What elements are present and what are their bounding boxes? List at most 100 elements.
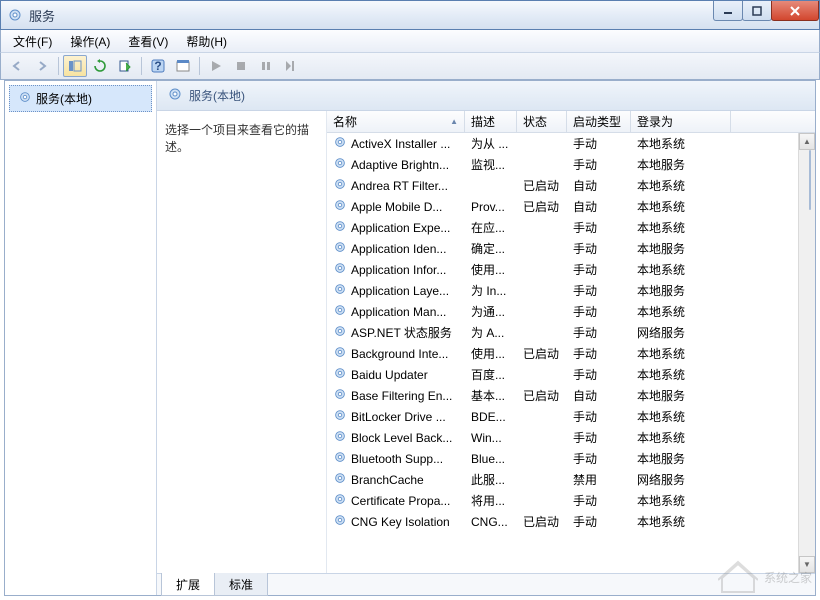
service-name-cell: Application Expe...	[327, 216, 465, 239]
service-startup-cell: 自动	[567, 174, 631, 197]
service-startup-cell: 手动	[567, 133, 631, 155]
list-rows[interactable]: ActiveX Installer ...为从 ...手动本地系统Adaptiv…	[327, 133, 798, 573]
column-header-description[interactable]: 描述	[465, 111, 517, 132]
app-gear-icon	[7, 7, 23, 23]
service-status-cell	[517, 246, 567, 252]
service-row[interactable]: Application Infor...使用...手动本地系统	[327, 259, 798, 280]
sort-asc-icon: ▲	[450, 117, 458, 126]
service-logon-cell: 本地系统	[631, 363, 731, 386]
service-logon-cell: 本地系统	[631, 174, 731, 197]
svg-text:?: ?	[154, 59, 161, 73]
menu-view[interactable]: 查看(V)	[120, 31, 176, 52]
service-row[interactable]: BranchCache此服...禁用网络服务	[327, 469, 798, 490]
properties-button[interactable]	[171, 55, 195, 77]
console-tree[interactable]: 服务(本地)	[5, 81, 157, 595]
export-list-button[interactable]	[113, 55, 137, 77]
service-logon-cell: 网络服务	[631, 321, 731, 344]
service-logon-cell: 本地服务	[631, 153, 731, 176]
service-row[interactable]: ActiveX Installer ...为从 ...手动本地系统	[327, 133, 798, 154]
service-row[interactable]: BitLocker Drive ...BDE...手动本地系统	[327, 406, 798, 427]
service-name: BranchCache	[351, 473, 424, 487]
service-name: BitLocker Drive ...	[351, 410, 446, 424]
service-startup-cell: 手动	[567, 300, 631, 323]
stop-service-button[interactable]	[229, 55, 253, 77]
service-row[interactable]: ASP.NET 状态服务为 A...手动网络服务	[327, 322, 798, 343]
service-status-cell	[517, 498, 567, 504]
service-status-cell: 已启动	[517, 342, 567, 365]
service-name: Application Expe...	[351, 221, 450, 235]
menu-action[interactable]: 操作(A)	[62, 31, 118, 52]
service-row[interactable]: Baidu Updater 百度... 手动本地系统	[327, 364, 798, 385]
service-row[interactable]: Bluetooth Supp...Blue...手动本地服务	[327, 448, 798, 469]
gear-icon	[333, 471, 347, 488]
service-status-cell	[517, 267, 567, 273]
tab-extended[interactable]: 扩展	[161, 573, 215, 596]
gear-icon	[333, 240, 347, 257]
show-hide-tree-button[interactable]	[63, 55, 87, 77]
vertical-scrollbar[interactable]: ▲ ▼	[798, 133, 815, 573]
close-button[interactable]	[771, 1, 819, 21]
column-header-logon[interactable]: 登录为	[631, 111, 731, 132]
service-name: Application Iden...	[351, 242, 446, 256]
service-status-cell: 已启动	[517, 195, 567, 218]
tree-node-services-local[interactable]: 服务(本地)	[9, 85, 152, 112]
tree-node-label: 服务(本地)	[36, 90, 92, 107]
service-name: Application Man...	[351, 305, 446, 319]
service-name-cell: Baidu Updater	[327, 363, 465, 386]
service-row[interactable]: Adaptive Brightn...监视...手动本地服务	[327, 154, 798, 175]
title-bar: 服务	[0, 0, 820, 30]
service-name-cell: Adaptive Brightn...	[327, 153, 465, 176]
service-row[interactable]: CNG Key IsolationCNG...已启动手动本地系统	[327, 511, 798, 532]
service-row[interactable]: Application Man...为通...手动本地系统	[327, 301, 798, 322]
gear-icon	[333, 345, 347, 362]
service-name-cell: CNG Key Isolation	[327, 510, 465, 533]
service-row[interactable]: Background Inte...使用...已启动手动本地系统	[327, 343, 798, 364]
toolbar-separator	[199, 57, 200, 75]
service-logon-cell: 本地系统	[631, 405, 731, 428]
minimize-button[interactable]	[713, 1, 743, 21]
service-desc-cell: 确定...	[465, 237, 517, 260]
gear-icon	[167, 86, 183, 105]
details-heading: 服务(本地)	[157, 81, 815, 111]
service-desc-cell: 百度...	[465, 363, 517, 386]
service-logon-cell: 本地系统	[631, 133, 731, 155]
gear-icon	[333, 429, 347, 446]
column-header-startup[interactable]: 启动类型	[567, 111, 631, 132]
column-header-name[interactable]: 名称▲	[327, 111, 465, 132]
restart-service-button[interactable]	[279, 55, 303, 77]
maximize-button[interactable]	[742, 1, 772, 21]
service-row[interactable]: Block Level Back...Win...手动本地系统	[327, 427, 798, 448]
refresh-button[interactable]	[88, 55, 112, 77]
service-row[interactable]: Apple Mobile D...Prov...已启动自动本地系统	[327, 196, 798, 217]
service-row[interactable]: Application Expe...在应...手动本地系统	[327, 217, 798, 238]
back-button[interactable]	[5, 55, 29, 77]
service-name-cell: ActiveX Installer ...	[327, 133, 465, 155]
service-name-cell: Apple Mobile D...	[327, 195, 465, 218]
column-header-status[interactable]: 状态	[517, 111, 567, 132]
menu-file[interactable]: 文件(F)	[5, 31, 60, 52]
scroll-thumb[interactable]	[809, 150, 811, 210]
service-name: Base Filtering En...	[351, 389, 452, 403]
service-startup-cell: 手动	[567, 153, 631, 176]
menu-help[interactable]: 帮助(H)	[178, 31, 235, 52]
service-row[interactable]: Certificate Propa...将用...手动本地系统	[327, 490, 798, 511]
service-row[interactable]: Andrea RT Filter...已启动自动本地系统	[327, 175, 798, 196]
pause-service-button[interactable]	[254, 55, 278, 77]
service-name: Baidu Updater	[351, 368, 428, 382]
service-desc-cell: Blue...	[465, 449, 517, 469]
service-row[interactable]: Base Filtering En...基本...已启动自动本地服务	[327, 385, 798, 406]
scroll-up-button[interactable]: ▲	[799, 133, 815, 150]
service-name: Bluetooth Supp...	[351, 452, 443, 466]
forward-button[interactable]	[30, 55, 54, 77]
start-service-button[interactable]	[204, 55, 228, 77]
service-startup-cell: 手动	[567, 426, 631, 449]
tab-standard[interactable]: 标准	[214, 573, 268, 596]
service-row[interactable]: Application Laye...为 In...手动本地服务	[327, 280, 798, 301]
service-name: Apple Mobile D...	[351, 200, 442, 214]
gear-icon	[333, 450, 347, 467]
scroll-down-button[interactable]: ▼	[799, 556, 815, 573]
service-row[interactable]: Application Iden...确定...手动本地服务	[327, 238, 798, 259]
help-button[interactable]: ?	[146, 55, 170, 77]
service-startup-cell: 手动	[567, 363, 631, 386]
service-startup-cell: 手动	[567, 447, 631, 470]
